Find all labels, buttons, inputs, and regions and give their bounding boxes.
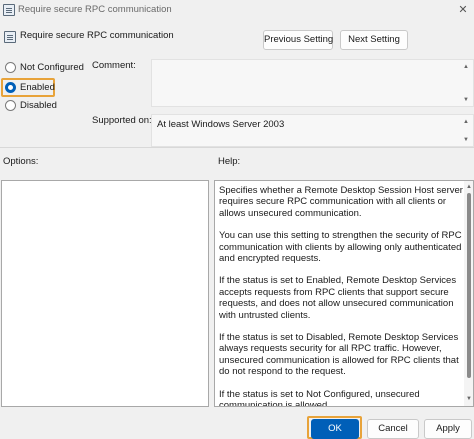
supported-scroll-down-icon[interactable]: ▼	[462, 136, 470, 144]
supported-on-label: Supported on:	[92, 115, 152, 126]
help-label: Help:	[218, 156, 241, 167]
radio-enabled-indicator[interactable]	[5, 82, 16, 93]
help-paragraph: If the status is set to Disabled, Remote…	[219, 332, 459, 378]
radio-not-configured-indicator[interactable]	[5, 62, 16, 73]
comment-value	[152, 60, 473, 68]
close-icon[interactable]: ✕	[454, 2, 472, 18]
next-setting-button[interactable]: Next Setting	[340, 30, 408, 50]
comment-field[interactable]	[151, 59, 474, 107]
radio-disabled-label: Disabled	[20, 100, 57, 111]
cancel-button[interactable]: Cancel	[367, 419, 419, 439]
help-paragraph: If the status is set to Enabled, Remote …	[219, 275, 457, 321]
radio-disabled[interactable]: Disabled	[5, 98, 57, 113]
title-bar: Require secure RPC communication ✕	[0, 0, 474, 20]
setting-name: Require secure RPC communication	[20, 30, 174, 41]
window-title: Require secure RPC communication	[18, 4, 172, 15]
comment-scroll-up-icon[interactable]: ▲	[462, 63, 470, 71]
comment-label: Comment:	[92, 60, 136, 71]
radio-not-configured-label: Not Configured	[20, 62, 84, 73]
radio-enabled-label: Enabled	[20, 82, 55, 93]
supported-on-value: At least Windows Server 2003	[157, 119, 285, 130]
help-scroll-up-icon[interactable]: ▲	[465, 183, 473, 191]
comment-scroll-down-icon[interactable]: ▼	[462, 96, 470, 104]
help-paragraph: Specifies whether a Remote Desktop Sessi…	[219, 185, 463, 219]
setting-icon	[4, 31, 16, 43]
help-panel: Specifies whether a Remote Desktop Sessi…	[214, 180, 474, 407]
supported-scroll-up-icon[interactable]: ▲	[462, 118, 470, 126]
supported-on-field: At least Windows Server 2003	[151, 114, 474, 147]
options-panel	[1, 180, 209, 407]
radio-disabled-indicator[interactable]	[5, 100, 16, 111]
help-scrollbar[interactable]: ▲ ▼	[464, 181, 473, 406]
help-scroll-thumb[interactable]	[467, 193, 471, 378]
help-text: Specifies whether a Remote Desktop Sessi…	[219, 185, 463, 407]
section-divider	[0, 147, 474, 148]
help-paragraph: If the status is set to Not Configured, …	[219, 388, 420, 407]
previous-setting-button[interactable]: Previous Setting	[263, 30, 333, 50]
options-label: Options:	[3, 156, 39, 167]
radio-not-configured[interactable]: Not Configured	[5, 60, 84, 75]
ok-button[interactable]: OK	[311, 419, 359, 439]
policy-icon	[3, 4, 15, 16]
apply-button[interactable]: Apply	[424, 419, 472, 439]
radio-enabled[interactable]: Enabled	[5, 80, 55, 95]
help-paragraph: You can use this setting to strengthen t…	[219, 230, 462, 265]
help-scroll-down-icon[interactable]: ▼	[465, 395, 473, 403]
